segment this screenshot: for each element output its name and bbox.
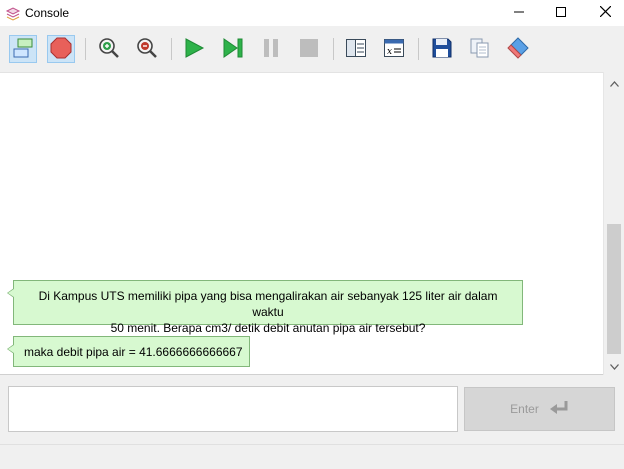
scrollbar-thumb[interactable] bbox=[607, 224, 621, 354]
console-mode-button[interactable] bbox=[9, 35, 37, 63]
toolbar-separator bbox=[418, 38, 419, 60]
close-button[interactable] bbox=[583, 0, 624, 26]
stop-square-icon bbox=[298, 37, 320, 62]
copy-button[interactable] bbox=[466, 35, 494, 63]
zoom-out-button[interactable] bbox=[133, 35, 161, 63]
vertical-scrollbar[interactable] bbox=[603, 72, 624, 375]
run-icon bbox=[183, 37, 205, 62]
window-title: Console bbox=[25, 6, 70, 20]
step-button[interactable] bbox=[219, 35, 247, 63]
stop-button[interactable] bbox=[47, 35, 75, 63]
enter-button[interactable]: Enter bbox=[464, 387, 615, 431]
status-divider bbox=[0, 444, 624, 445]
close-icon bbox=[599, 5, 611, 20]
eraser-icon bbox=[507, 36, 529, 62]
save-button[interactable] bbox=[428, 35, 456, 63]
toolbar-separator bbox=[333, 38, 334, 60]
scroll-down-button[interactable] bbox=[604, 357, 624, 374]
chevron-up-icon bbox=[609, 76, 619, 90]
layout-button[interactable] bbox=[342, 35, 370, 63]
toolbar: x bbox=[0, 26, 624, 72]
run-button[interactable] bbox=[180, 35, 208, 63]
zoom-in-button[interactable] bbox=[95, 35, 123, 63]
stop-icon bbox=[50, 37, 72, 62]
eraser-button[interactable] bbox=[504, 35, 532, 63]
chevron-down-icon bbox=[609, 359, 619, 373]
bubble-tail bbox=[7, 288, 14, 298]
scroll-up-button[interactable] bbox=[604, 74, 624, 91]
message-line: 50 menit. Berapa cm3/ detik debit anutan… bbox=[110, 321, 426, 335]
toolbar-separator bbox=[85, 38, 86, 60]
pause-icon bbox=[260, 37, 282, 62]
zoom-out-icon bbox=[136, 37, 158, 62]
stop-square-button[interactable] bbox=[295, 35, 323, 63]
console-message: maka debit pipa air = 41.6666666666667 bbox=[7, 336, 250, 367]
title-bar: Console bbox=[0, 0, 624, 26]
maximize-icon bbox=[556, 6, 566, 20]
console-app-icon bbox=[5, 5, 21, 21]
console-message: Di Kampus UTS memiliki pipa yang bisa me… bbox=[7, 280, 523, 335]
toolbar-separator bbox=[171, 38, 172, 60]
layout-icon bbox=[345, 37, 367, 62]
minimize-button[interactable] bbox=[497, 0, 541, 26]
minimize-icon bbox=[514, 6, 524, 20]
zoom-in-icon bbox=[98, 37, 120, 62]
svg-text:x: x bbox=[387, 47, 392, 57]
maximize-button[interactable] bbox=[539, 0, 583, 26]
console-output: Di Kampus UTS memiliki pipa yang bisa me… bbox=[0, 72, 603, 375]
enter-icon bbox=[549, 400, 569, 419]
enter-button-label: Enter bbox=[510, 402, 539, 416]
pause-button[interactable] bbox=[257, 35, 285, 63]
console-mode-icon bbox=[12, 37, 34, 62]
message-text: maka debit pipa air = 41.6666666666667 bbox=[24, 345, 243, 359]
variables-icon: x bbox=[383, 37, 405, 62]
copy-icon bbox=[469, 37, 491, 62]
bubble-tail bbox=[7, 344, 14, 354]
message-line: Di Kampus UTS memiliki pipa yang bisa me… bbox=[38, 289, 498, 319]
variables-button[interactable]: x bbox=[380, 35, 408, 63]
save-icon bbox=[431, 37, 453, 62]
step-icon bbox=[222, 37, 244, 62]
console-input[interactable] bbox=[8, 386, 458, 432]
